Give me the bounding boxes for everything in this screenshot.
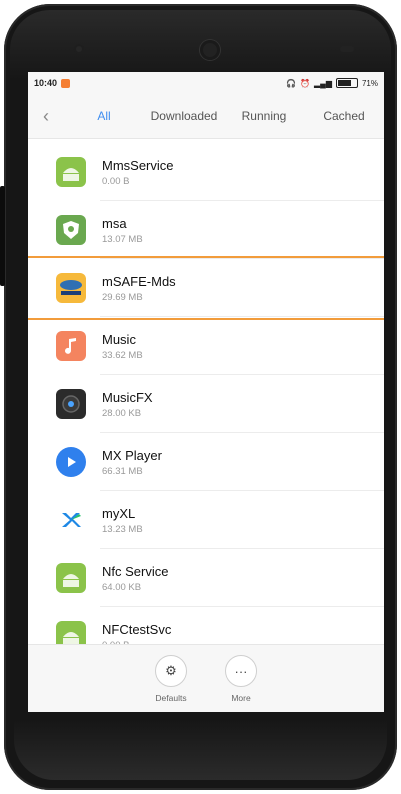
app-name: NFCtestSvc [102, 621, 172, 637]
app-size: 0.00 B [102, 175, 130, 187]
tab-running[interactable]: Running [224, 109, 304, 123]
tab-downloaded[interactable]: Downloaded [144, 109, 224, 123]
defaults-label: Defaults [155, 693, 187, 703]
xl-logo-icon [56, 505, 86, 535]
app-row-myxl[interactable]: myXL 13.23 MB [28, 491, 384, 549]
tab-bar: ‹ All Downloaded Running Cached [28, 94, 384, 139]
front-camera [200, 40, 220, 60]
app-row-msa[interactable]: msa 13.07 MB [28, 201, 384, 259]
proximity-sensor [74, 44, 84, 54]
app-size: 33.62 MB [102, 349, 143, 361]
android-icon [56, 157, 86, 187]
music-note-icon [56, 331, 86, 361]
more-label: More [231, 693, 251, 703]
app-row-nfc-service[interactable]: Nfc Service 64.00 KB [28, 549, 384, 607]
app-row-music[interactable]: Music 33.62 MB [28, 317, 384, 375]
app-row-mmsservice[interactable]: MmsService 0.00 B [28, 143, 384, 201]
status-bar: 10:40 🎧 ⏰ ▂▄▆ 71% [28, 72, 384, 94]
app-name: Music [102, 331, 136, 347]
app-name: myXL [102, 505, 136, 521]
alarm-icon: ⏰ [300, 78, 310, 88]
app-name: MusicFX [102, 389, 153, 405]
app-name: MX Player [102, 447, 162, 463]
tab-all[interactable]: All [64, 109, 144, 123]
android-security-icon [56, 215, 86, 245]
status-indicators: 🎧 ⏰ ▂▄▆ 71% [286, 78, 378, 88]
defaults-button[interactable]: ⚙ Defaults [145, 655, 197, 712]
speaker-icon [56, 389, 86, 419]
tab-cached[interactable]: Cached [304, 109, 384, 123]
highlight-box [28, 256, 384, 320]
headset-icon: 🎧 [286, 78, 297, 88]
notification-icon [61, 78, 71, 88]
volume-button [0, 186, 5, 286]
app-row-msafe-mds[interactable]: mSAFE-Mds 29.69 MB [28, 256, 384, 320]
android-icon [56, 563, 86, 593]
app-size: 13.23 MB [102, 523, 143, 535]
light-sensor [340, 46, 354, 52]
phone-bottom-bezel [14, 720, 387, 780]
more-button[interactable]: ··· More [215, 655, 267, 712]
screen: 10:40 🎧 ⏰ ▂▄▆ 71% ‹ All Downloaded Runni… [28, 72, 384, 712]
app-size: 66.31 MB [102, 465, 143, 477]
battery-icon [335, 78, 358, 88]
app-list: MmsService 0.00 B msa 13.07 MB mSAFE-Mds 29… [28, 139, 384, 653]
app-size: 64.00 KB [102, 581, 142, 593]
app-name: Nfc Service [102, 563, 169, 579]
app-row-mx-player[interactable]: MX Player 66.31 MB [28, 433, 384, 491]
app-row-musicfx[interactable]: MusicFX 28.00 KB [28, 375, 384, 433]
back-arrow-icon[interactable]: ‹ [28, 106, 64, 127]
battery-percent: 71% [361, 78, 378, 88]
battery-fill [337, 80, 351, 86]
more-dots-icon: ··· [225, 655, 257, 687]
bottom-action-bar: ⚙ Defaults ··· More [28, 644, 384, 712]
status-time: 10:40 [34, 78, 58, 88]
app-name: msa [102, 215, 127, 231]
gear-icon: ⚙ [155, 655, 187, 687]
app-name: MmsService [102, 157, 174, 173]
signal-icon: ▂▄▆ [314, 78, 332, 88]
app-size: 28.00 KB [102, 407, 142, 419]
play-icon [56, 447, 86, 477]
app-size: 13.07 MB [102, 233, 143, 245]
